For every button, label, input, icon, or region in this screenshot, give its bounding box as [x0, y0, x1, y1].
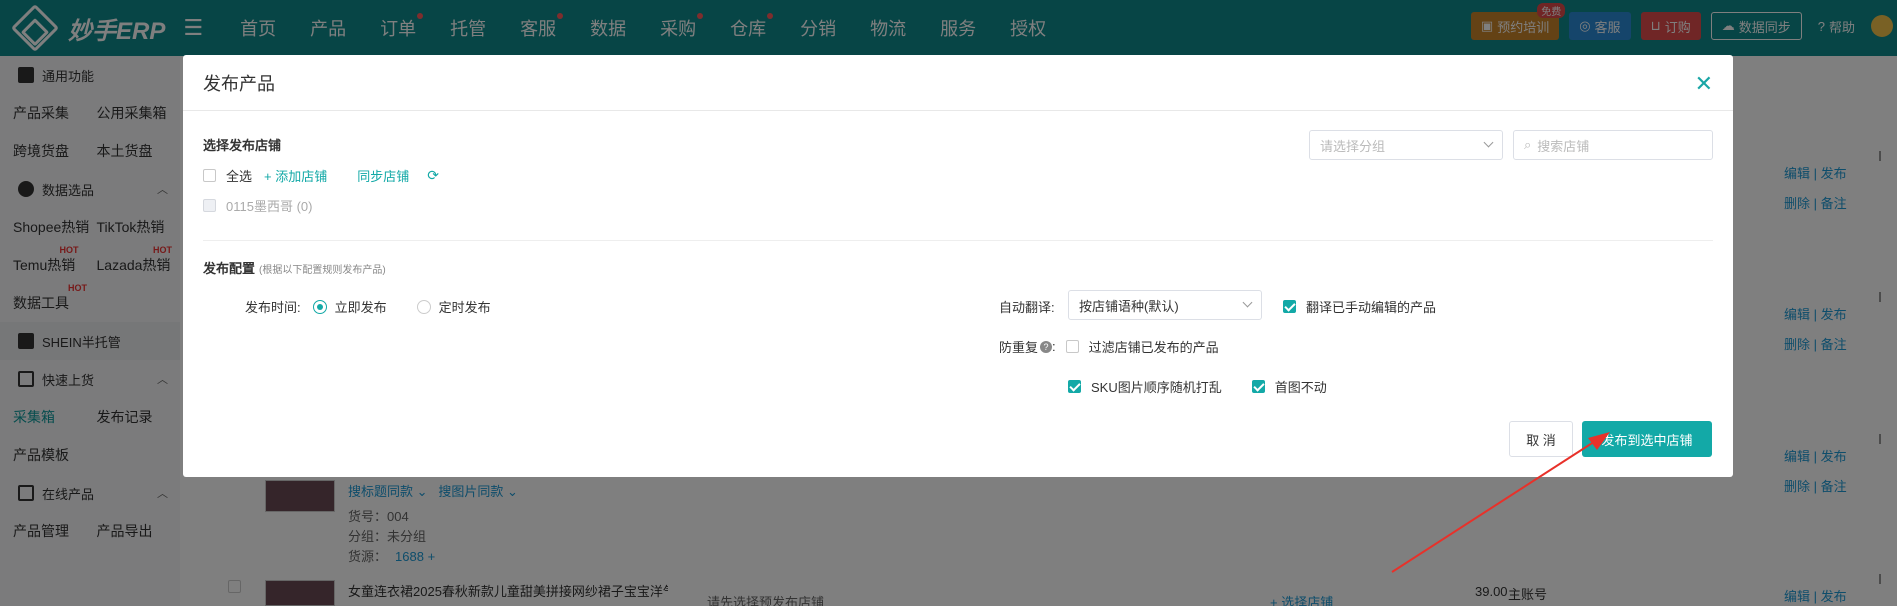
annotation-arrow: [1391, 432, 1610, 573]
